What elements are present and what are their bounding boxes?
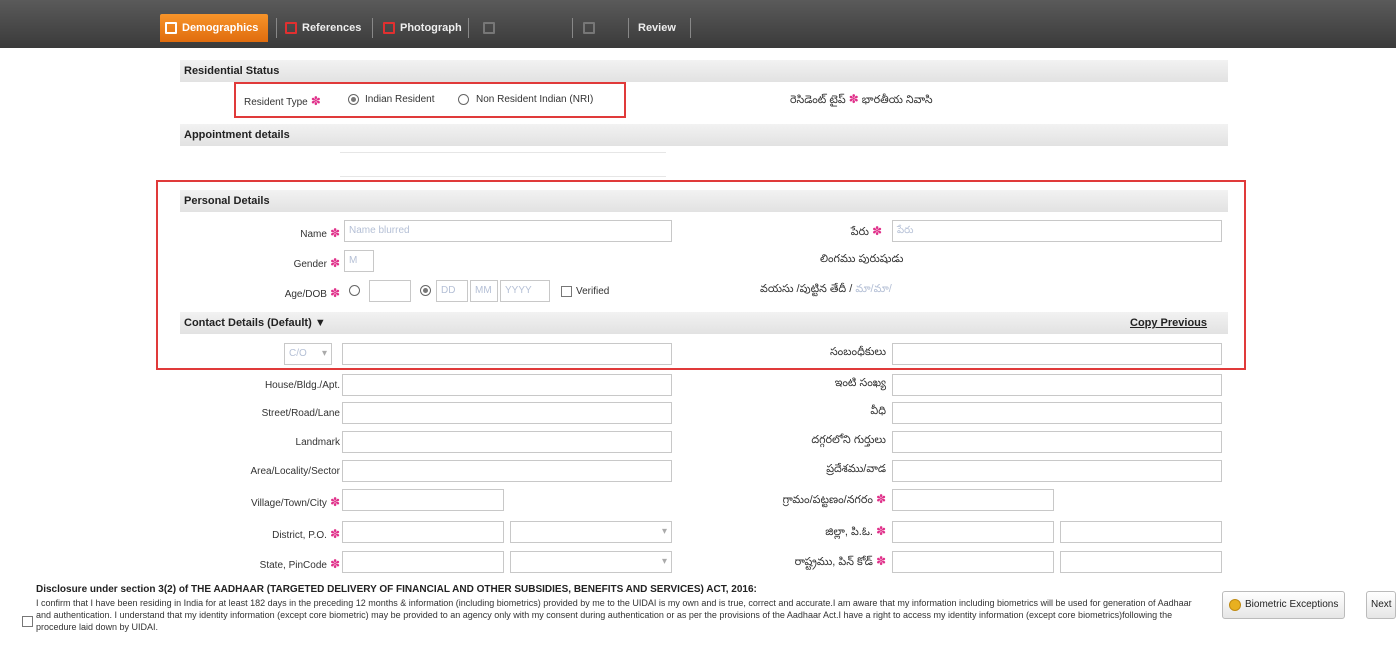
radio-nri[interactable] bbox=[458, 94, 469, 105]
care-of-input[interactable] bbox=[342, 343, 672, 365]
post-office-local-input[interactable] bbox=[1060, 521, 1222, 543]
document-icon bbox=[583, 22, 595, 34]
area-local-input[interactable] bbox=[892, 460, 1222, 482]
radio-indian-resident[interactable] bbox=[348, 94, 359, 105]
name-label: Name ✽ bbox=[300, 226, 340, 240]
street-local-label: వీధి bbox=[870, 405, 886, 417]
street-local-input[interactable] bbox=[892, 402, 1222, 424]
street-label: Street/Road/Lane bbox=[261, 408, 340, 419]
age-input[interactable] bbox=[369, 280, 411, 302]
village-input[interactable] bbox=[342, 489, 504, 511]
tab-review[interactable]: Review bbox=[618, 14, 676, 42]
gender-label: Gender ✽ bbox=[293, 256, 340, 270]
appointment-divider bbox=[340, 176, 666, 177]
option-nri-label: Non Resident Indian (NRI) bbox=[476, 94, 594, 105]
resident-type-local: రెసిడెంట్ టైప్ ✽ భారతీయ నివాసి bbox=[790, 92, 933, 106]
appointment-divider bbox=[340, 152, 666, 153]
state-input[interactable] bbox=[342, 551, 504, 573]
tab-demographics[interactable]: Demographics bbox=[160, 14, 268, 42]
area-local-label: ప్రదేశము/వాడ bbox=[826, 463, 886, 475]
name-input[interactable]: Name blurred bbox=[344, 220, 672, 242]
option-indian-label: Indian Resident bbox=[365, 94, 435, 105]
district-local-label: జిల్లా, పి.ఓ. ✽ bbox=[825, 524, 886, 538]
house-input[interactable] bbox=[342, 374, 672, 396]
district-local-input[interactable] bbox=[892, 521, 1054, 543]
care-of-local-input[interactable] bbox=[892, 343, 1222, 365]
copy-previous-link[interactable]: Copy Previous bbox=[1130, 317, 1207, 329]
gender-local: లింగము పురుషుడు bbox=[820, 253, 904, 265]
tab-separator bbox=[572, 18, 573, 38]
biometrics-icon bbox=[483, 22, 495, 34]
landmark-input[interactable] bbox=[342, 431, 672, 453]
demographics-icon bbox=[165, 22, 177, 34]
verified-label: Verified bbox=[576, 286, 610, 297]
tab-photograph[interactable]: Photograph bbox=[378, 14, 462, 42]
gender-select[interactable]: M bbox=[344, 250, 374, 272]
top-tab-bar: Demographics References Photograph Revie… bbox=[0, 0, 1396, 48]
pincode-select[interactable] bbox=[510, 551, 672, 573]
state-local-label: రాష్ట్రము, పిన్ కోడ్ ✽ bbox=[794, 554, 886, 568]
village-local-input[interactable] bbox=[892, 489, 1054, 511]
resident-type-label: Resident Type ✽ bbox=[244, 94, 321, 108]
name-local-label: పేరు ✽ bbox=[850, 224, 882, 238]
district-label: District, P.O. ✽ bbox=[272, 527, 340, 541]
house-local-label: ఇంటి సంఖ్య bbox=[834, 377, 886, 389]
area-label: Area/Locality/Sector bbox=[250, 466, 341, 477]
district-input[interactable] bbox=[342, 521, 504, 543]
dob-month-input[interactable]: MM bbox=[470, 280, 498, 302]
disclosure-checkbox[interactable] bbox=[22, 616, 33, 627]
disclosure-text: I confirm that I have been residing in I… bbox=[36, 598, 1192, 632]
tab-separator bbox=[690, 18, 691, 38]
disclosure-title: Disclosure under section 3(2) of THE AAD… bbox=[36, 584, 757, 595]
biometric-exceptions-button[interactable]: Biometric Exceptions bbox=[1222, 591, 1346, 619]
care-of-select[interactable]: C/O bbox=[284, 343, 332, 365]
state-label: State, PinCode ✽ bbox=[259, 557, 340, 571]
references-icon bbox=[285, 22, 297, 34]
expand-arrow-icon[interactable]: ▼ bbox=[315, 317, 326, 329]
dob-year-input[interactable]: YYYY bbox=[500, 280, 550, 302]
village-label: Village/Town/City ✽ bbox=[250, 495, 340, 509]
house-label: House/Bldg./Apt. bbox=[264, 380, 340, 391]
landmark-local-input[interactable] bbox=[892, 431, 1222, 453]
village-local-label: గ్రామం/పట్టణం/నగరం ✽ bbox=[782, 492, 886, 506]
residential-status-header: Residential Status bbox=[180, 60, 1228, 82]
post-office-select[interactable] bbox=[510, 521, 672, 543]
area-input[interactable] bbox=[342, 460, 672, 482]
age-dob-local: వయసు /పుట్టిన తేదీ / మా/మా/ bbox=[760, 283, 892, 295]
dob-day-input[interactable]: DD bbox=[436, 280, 468, 302]
radio-dob[interactable] bbox=[420, 285, 431, 296]
house-local-input[interactable] bbox=[892, 374, 1222, 396]
biometric-exceptions-icon bbox=[1229, 599, 1241, 611]
state-local-input[interactable] bbox=[892, 551, 1054, 573]
pincode-local-input[interactable] bbox=[1060, 551, 1222, 573]
photograph-icon bbox=[383, 22, 395, 34]
tab-separator bbox=[276, 18, 277, 38]
landmark-label: Landmark bbox=[295, 437, 340, 448]
name-local-input[interactable]: పేరు bbox=[892, 220, 1222, 242]
tab-disabled-1 bbox=[478, 14, 568, 42]
tab-references[interactable]: References bbox=[280, 14, 361, 42]
tab-separator bbox=[468, 18, 469, 38]
tab-separator bbox=[372, 18, 373, 38]
radio-age[interactable] bbox=[349, 285, 360, 296]
next-button[interactable]: Next bbox=[1366, 591, 1396, 619]
age-dob-label: Age/DOB ✽ bbox=[284, 286, 340, 300]
personal-details-header: Personal Details bbox=[180, 190, 1228, 212]
verified-checkbox[interactable] bbox=[561, 286, 572, 297]
street-input[interactable] bbox=[342, 402, 672, 424]
appointment-header: Appointment details bbox=[180, 124, 1228, 146]
contact-details-header: Contact Details (Default) ▼ bbox=[180, 312, 1228, 334]
care-of-local-label: సంబంధీకులు bbox=[829, 346, 886, 358]
landmark-local-label: దగ్గరలోని గుర్తులు bbox=[811, 434, 886, 446]
